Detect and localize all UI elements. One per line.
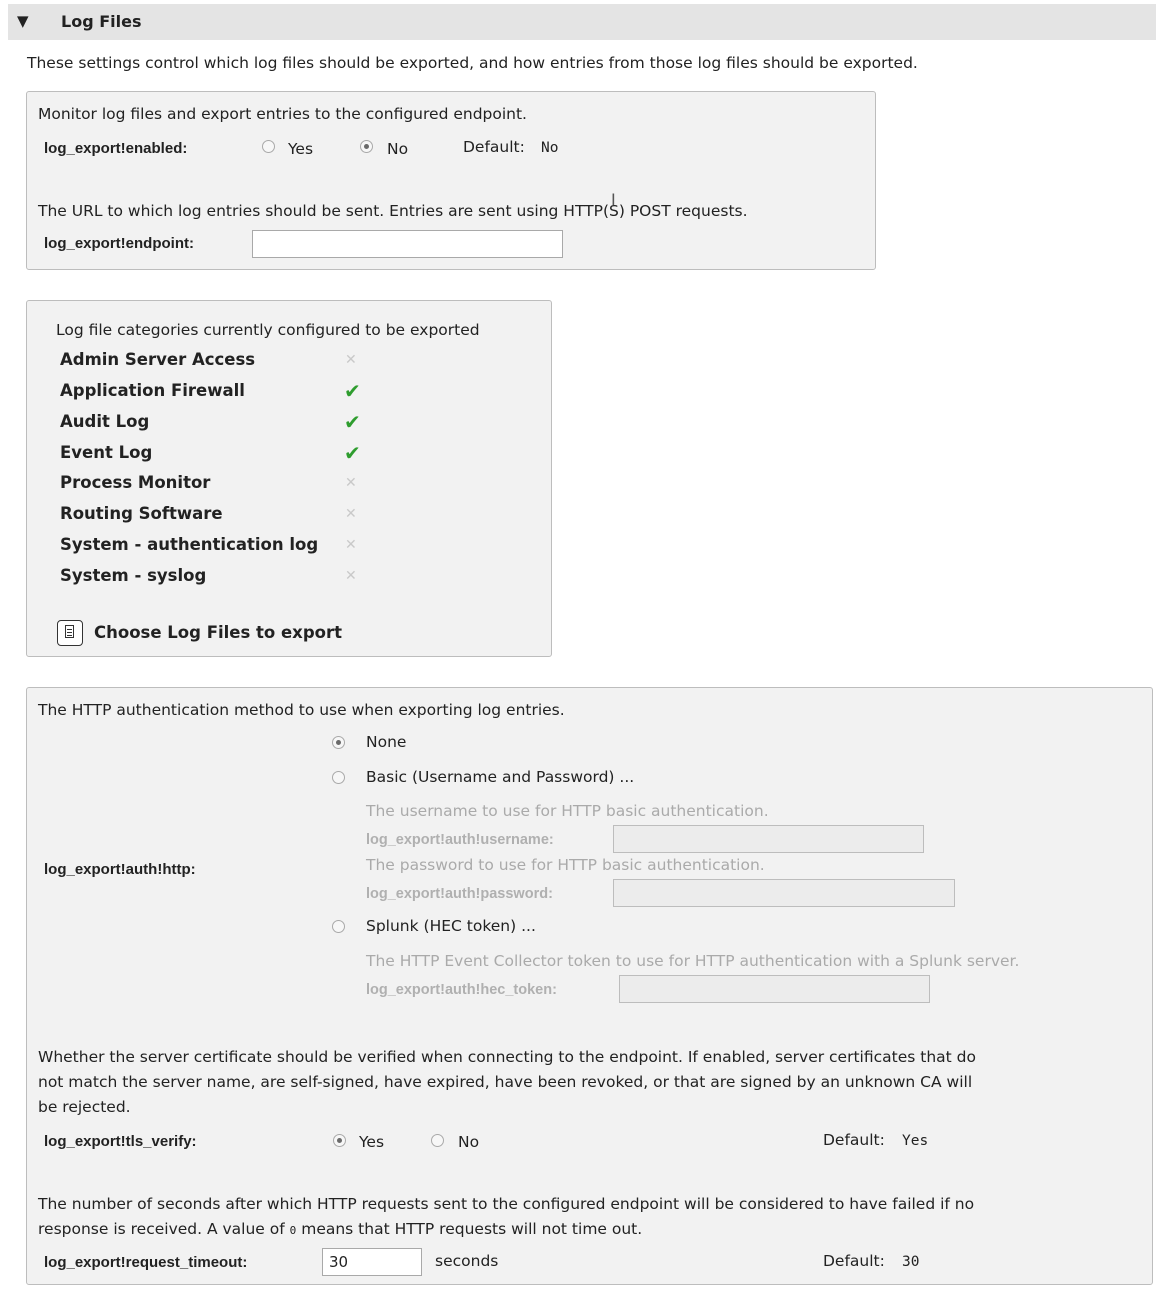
username-input[interactable] [613,825,924,853]
endpoint-input[interactable] [252,230,563,258]
timeout-unit: seconds [435,1252,499,1270]
auth-none-radio[interactable] [332,736,345,749]
enabled-yes-radio[interactable] [262,140,275,153]
category-audit-log: Audit Log [60,412,150,431]
enabled-check-icon: ✔ [344,441,361,465]
disabled-x-icon: ✕ [345,506,357,522]
category-routing-software: Routing Software [60,504,223,523]
section-header[interactable]: ▼ Log Files [8,4,1156,40]
tls-description-line2: not match the server name, are self-sign… [38,1073,973,1091]
username-description: The username to use for HTTP basic authe… [366,802,769,820]
username-label: log_export!auth!username: [366,832,554,848]
auth-label: log_export!auth!http: [44,861,196,878]
category-system-authentication-log: System - authentication log [60,535,319,554]
timeout-zero-value: 0 [289,1224,297,1237]
hec-token-input[interactable] [619,975,930,1003]
categories-heading: Log file categories currently configured… [56,321,480,339]
tls-default-label: Default: [823,1131,885,1149]
timeout-label: log_export!request_timeout: [44,1254,248,1271]
timeout-input[interactable] [322,1248,422,1276]
disabled-x-icon: ✕ [345,475,357,491]
enabled-default-value: No [541,140,559,156]
tls-no-radio[interactable] [431,1134,444,1147]
tls-no-label[interactable]: No [458,1133,479,1151]
enabled-yes-label[interactable]: Yes [288,140,313,158]
disabled-x-icon: ✕ [345,352,357,368]
auth-none-label[interactable]: None [366,733,406,751]
password-input[interactable] [613,879,955,907]
tls-yes-label[interactable]: Yes [359,1133,384,1151]
tls-description-line1: Whether the server certificate should be… [38,1048,976,1066]
auth-description: The HTTP authentication method to use wh… [38,701,565,719]
tls-default-value: Yes [902,1133,929,1149]
tls-yes-radio[interactable] [333,1134,346,1147]
endpoint-label: log_export!endpoint: [44,235,194,252]
choose-log-files-button[interactable]: Choose Log Files to export [94,623,342,642]
hec-token-label: log_export!auth!hec_token: [366,982,557,998]
endpoint-description: The URL to which log entries should be s… [38,202,748,220]
auth-splunk-label[interactable]: Splunk (HEC token) ... [366,917,536,935]
password-label: log_export!auth!password: [366,886,553,902]
collapse-triangle-icon[interactable]: ▼ [17,12,29,30]
section-description: These settings control which log files s… [27,54,918,72]
text-cursor-icon: I [611,190,616,209]
disabled-x-icon: ✕ [345,537,357,553]
timeout-description-part1: response is received. A value of [38,1220,285,1238]
category-application-firewall: Application Firewall [60,381,245,400]
tls-description-line3: be rejected. [38,1098,131,1116]
clipboard-icon[interactable] [57,620,83,646]
category-process-monitor: Process Monitor [60,473,211,492]
category-admin-server-access: Admin Server Access [60,350,256,369]
disabled-x-icon: ✕ [345,568,357,584]
section-title: Log Files [61,12,142,31]
timeout-description-line1: The number of seconds after which HTTP r… [38,1195,975,1213]
hec-token-description: The HTTP Event Collector token to use fo… [366,952,1020,970]
tls-verify-label: log_export!tls_verify: [44,1133,197,1150]
timeout-description-line2: response is received. A value of 0 means… [38,1220,642,1238]
timeout-default-value: 30 [902,1254,920,1270]
category-system-syslog: System - syslog [60,566,207,585]
enabled-check-icon: ✔ [344,410,361,434]
enabled-label: log_export!enabled: [44,140,188,157]
timeout-description-part2: means that HTTP requests will not time o… [301,1220,643,1238]
enabled-description: Monitor log files and export entries to … [38,105,527,123]
category-event-log: Event Log [60,443,153,462]
auth-splunk-radio[interactable] [332,920,345,933]
password-description: The password to use for HTTP basic authe… [366,856,765,874]
auth-basic-label[interactable]: Basic (Username and Password) ... [366,768,634,786]
auth-basic-radio[interactable] [332,771,345,784]
timeout-default-label: Default: [823,1252,885,1270]
enabled-default-label: Default: [463,138,525,156]
enabled-no-label[interactable]: No [387,140,408,158]
enabled-check-icon: ✔ [344,379,361,403]
enabled-no-radio[interactable] [360,140,373,153]
